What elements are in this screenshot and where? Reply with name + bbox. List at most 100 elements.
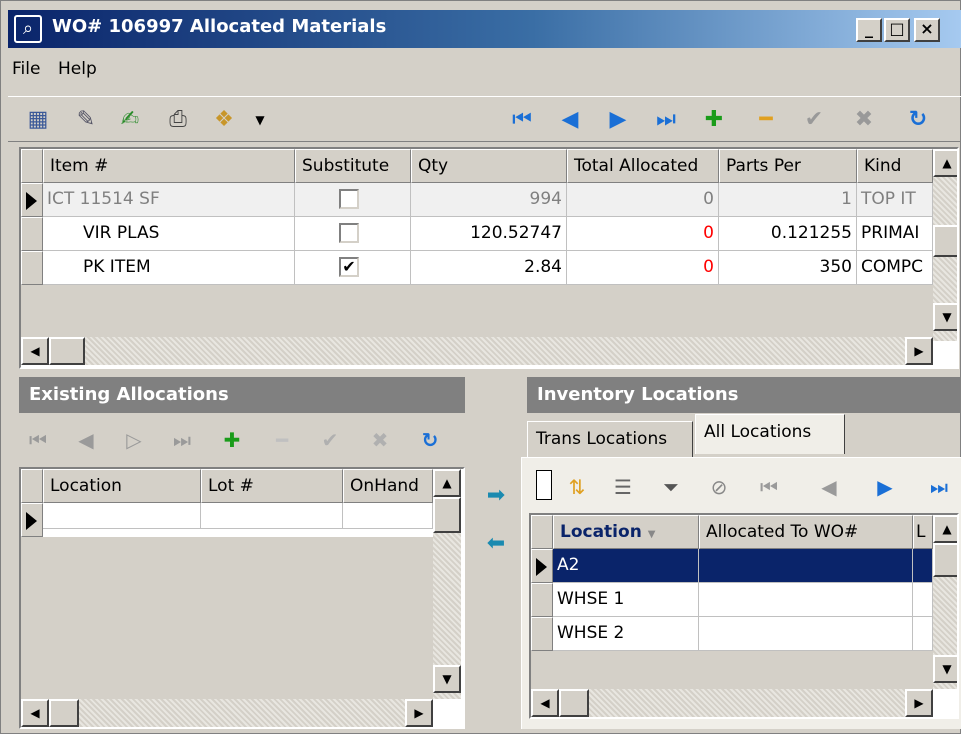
table-cell-location[interactable]: WHSE 2 <box>553 617 699 651</box>
table-cell-allocated[interactable] <box>699 617 913 651</box>
table-cell-kind[interactable]: PRIMAI <box>857 217 933 251</box>
last-record-icon[interactable]: ⏭ <box>650 105 682 135</box>
row-selector[interactable] <box>21 217 43 251</box>
scroll-down-icon[interactable]: ▼ <box>933 303 957 331</box>
table-cell-qty[interactable]: 2.84 <box>411 251 567 285</box>
prev-record-icon[interactable]: ◀ <box>554 105 586 135</box>
table-cell-allocated[interactable] <box>699 583 913 617</box>
table-cell-location[interactable] <box>43 503 201 529</box>
maximize-button[interactable]: □ <box>884 18 910 42</box>
substitute-checkbox[interactable]: ✔ <box>339 257 359 277</box>
search-box[interactable] <box>536 470 552 500</box>
row-selector[interactable] <box>531 549 553 583</box>
tab-trans-locations[interactable]: Trans Locations <box>527 421 693 457</box>
menu-file[interactable]: File <box>12 59 40 79</box>
table-cell-total-allocated[interactable]: 0 <box>567 251 719 285</box>
scroll-down-icon[interactable]: ▼ <box>433 665 461 693</box>
table-cell-parts-per[interactable]: 1 <box>719 183 857 217</box>
filter-icon[interactable]: ⏷ <box>656 472 686 502</box>
scroll-left-icon[interactable]: ◀ <box>21 699 49 727</box>
scroll-left-icon[interactable]: ◀ <box>21 337 49 365</box>
row-selector[interactable] <box>21 251 43 285</box>
package-icon[interactable]: ❖ <box>208 105 240 135</box>
last-record-icon[interactable]: ⏭ <box>924 472 954 502</box>
row-selector[interactable] <box>531 583 553 617</box>
post-edit-icon[interactable]: ✔ <box>798 105 830 135</box>
row-selector[interactable] <box>21 183 43 217</box>
table-cell-onhand[interactable] <box>343 503 433 529</box>
print-icon[interactable]: ⎙ <box>162 105 194 135</box>
minimize-button[interactable]: _ <box>856 18 882 42</box>
sort-icon[interactable]: ⇅ <box>562 472 592 502</box>
col-total-allocated[interactable]: Total Allocated <box>567 149 719 183</box>
table-cell-lot[interactable] <box>201 503 343 529</box>
table-cell-l[interactable] <box>913 549 933 583</box>
table-cell-item[interactable]: PK ITEM <box>43 251 295 285</box>
table-cell-kind[interactable]: COMPC <box>857 251 933 285</box>
add-record-icon[interactable]: ✚ <box>217 425 247 455</box>
col-l[interactable]: L <box>913 515 933 549</box>
col-allocated-to-wo[interactable]: Allocated To WO# <box>699 515 913 549</box>
col-location[interactable]: Location <box>43 469 201 503</box>
prev-record-icon[interactable]: ◀ <box>71 425 101 455</box>
scroll-thumb[interactable] <box>933 543 957 577</box>
col-onhand[interactable]: OnHand <box>343 469 433 503</box>
cancel-edit-icon[interactable]: ✖ <box>848 105 880 135</box>
tab-all-locations[interactable]: All Locations <box>695 414 845 454</box>
row-selector[interactable] <box>21 503 43 537</box>
table-cell-qty[interactable]: 120.52747 <box>411 217 567 251</box>
calculator-icon[interactable]: ▦ <box>22 105 54 135</box>
package-dropdown-icon[interactable]: ▼ <box>244 105 276 135</box>
table-cell-total-allocated[interactable]: 0 <box>567 217 719 251</box>
locations-horizontal-scrollbar[interactable]: ◀ ▶ <box>531 689 933 717</box>
title-bar[interactable]: ⌕ WO# 106997 Allocated Materials _ □ × <box>8 10 961 48</box>
refresh-icon[interactable]: ↻ <box>902 105 934 135</box>
table-cell-substitute[interactable]: ✔ <box>295 251 411 285</box>
scroll-up-icon[interactable]: ▲ <box>933 515 957 543</box>
table-cell-parts-per[interactable]: 0.121255 <box>719 217 857 251</box>
col-kind[interactable]: Kind <box>857 149 933 183</box>
col-item[interactable]: Item # <box>43 149 295 183</box>
col-qty[interactable]: Qty <box>411 149 567 183</box>
delete-record-icon[interactable]: ━ <box>267 425 297 455</box>
table-cell-location[interactable]: A2 <box>553 549 699 583</box>
table-cell-item[interactable]: VIR PLAS <box>43 217 295 251</box>
post-edit-icon[interactable]: ✔ <box>315 425 345 455</box>
next-record-icon[interactable]: ▶ <box>602 105 634 135</box>
scroll-left-icon[interactable]: ◀ <box>531 689 559 717</box>
table-cell-location[interactable]: WHSE 1 <box>553 583 699 617</box>
col-location[interactable]: Location ▼ <box>553 515 699 549</box>
scroll-right-icon[interactable]: ▶ <box>905 337 933 365</box>
columns-icon[interactable]: ☰ <box>608 472 638 502</box>
locations-vertical-scrollbar[interactable]: ▲ ▼ <box>933 515 957 689</box>
table-cell-allocated[interactable] <box>699 549 913 583</box>
table-cell-total-allocated[interactable]: 0 <box>567 183 719 217</box>
first-record-icon[interactable]: ⏮ <box>23 425 53 455</box>
scroll-up-icon[interactable]: ▲ <box>933 149 957 177</box>
scroll-right-icon[interactable]: ▶ <box>405 699 433 727</box>
table-cell-substitute[interactable] <box>295 183 411 217</box>
table-cell-l[interactable] <box>913 583 933 617</box>
add-record-icon[interactable]: ✚ <box>698 105 730 135</box>
scroll-right-icon[interactable]: ▶ <box>905 689 933 717</box>
menu-help[interactable]: Help <box>58 59 97 79</box>
deallocate-left-arrow-icon[interactable]: ⬅ <box>481 531 511 557</box>
allocate-right-arrow-icon[interactable]: ➡ <box>481 483 511 509</box>
scroll-up-icon[interactable]: ▲ <box>433 469 461 497</box>
scroll-thumb[interactable] <box>933 225 957 257</box>
chart-edit-icon[interactable]: ✍ <box>114 105 146 135</box>
cancel-edit-icon[interactable]: ✖ <box>365 425 395 455</box>
delete-record-icon[interactable]: ━ <box>750 105 782 135</box>
last-record-icon[interactable]: ⏭ <box>167 425 197 455</box>
scroll-down-icon[interactable]: ▼ <box>933 655 957 683</box>
row-selector[interactable] <box>531 617 553 651</box>
col-parts-per[interactable]: Parts Per <box>719 149 857 183</box>
close-button[interactable]: × <box>914 18 940 42</box>
allocations-vertical-scrollbar[interactable]: ▲ ▼ <box>433 469 461 699</box>
scroll-thumb[interactable] <box>49 699 79 727</box>
substitute-checkbox[interactable] <box>339 223 359 243</box>
substitute-checkbox[interactable] <box>339 189 359 209</box>
scroll-thumb[interactable] <box>559 689 589 717</box>
filter-pencil-icon[interactable]: ✎ <box>70 105 102 135</box>
table-cell-item[interactable]: ICT 11514 SF <box>43 183 295 217</box>
